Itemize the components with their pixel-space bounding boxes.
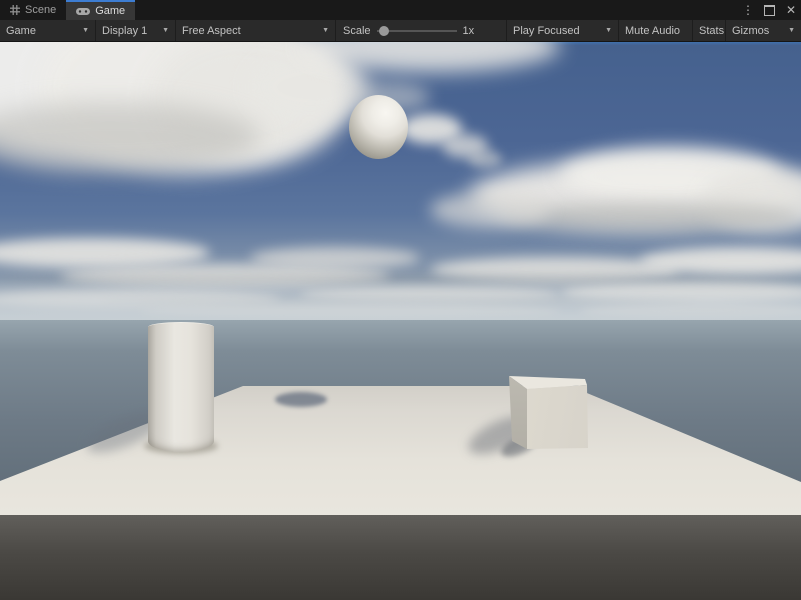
tab-label: Scene [25, 4, 56, 16]
cloud [468, 150, 502, 168]
scale-label: Scale [343, 25, 371, 37]
scale-slider[interactable] [377, 25, 457, 37]
cube-object [509, 376, 589, 450]
tab-scene[interactable]: Scene [0, 0, 66, 20]
kebab-menu-icon[interactable]: ⋮ [742, 0, 754, 20]
stats-button[interactable]: Stats [693, 20, 726, 41]
chevron-down-icon: ▼ [154, 27, 169, 34]
unity-game-window: Scene Game ⋮ ✕ Game ▼ Display 1 ▼ Free A… [0, 0, 801, 600]
cylinder-object [148, 322, 214, 452]
foreground-ground [0, 515, 801, 600]
scale-value: 1x [463, 25, 475, 37]
tab-game[interactable]: Game [66, 0, 135, 20]
display-dropdown[interactable]: Display 1 ▼ [96, 20, 176, 41]
game-viewport[interactable] [0, 42, 801, 600]
chevron-down-icon: ▼ [597, 27, 612, 34]
mute-audio-button[interactable]: Mute Audio [619, 20, 693, 41]
sphere-shadow [275, 392, 327, 407]
horizon-haze [0, 278, 801, 320]
scale-control: Scale 1x [336, 20, 507, 41]
gamepad-icon [76, 7, 90, 16]
game-view-toolbar: Game ▼ Display 1 ▼ Free Aspect ▼ Scale 1… [0, 20, 801, 42]
tab-label: Game [95, 5, 125, 17]
chevron-down-icon: ▼ [314, 27, 329, 34]
maximize-icon[interactable] [764, 5, 775, 16]
gizmos-dropdown[interactable]: Gizmos ▼ [726, 20, 801, 41]
cloud [250, 247, 420, 269]
play-focused-dropdown[interactable]: Play Focused ▼ [507, 20, 619, 41]
close-icon[interactable]: ✕ [785, 0, 797, 20]
grid-icon [10, 5, 20, 15]
slider-track[interactable] [377, 30, 457, 32]
tab-bar: Scene Game ⋮ ✕ [0, 0, 801, 20]
slider-knob[interactable] [379, 26, 389, 36]
cloud [430, 192, 550, 228]
aspect-ratio-dropdown[interactable]: Free Aspect ▼ [176, 20, 336, 41]
game-menu-dropdown[interactable]: Game ▼ [0, 20, 96, 41]
sky [0, 42, 801, 320]
chevron-down-icon: ▼ [74, 27, 89, 34]
window-controls: ⋮ ✕ [742, 0, 797, 20]
sphere-object [349, 95, 408, 159]
chevron-down-icon: ▼ [780, 27, 795, 34]
